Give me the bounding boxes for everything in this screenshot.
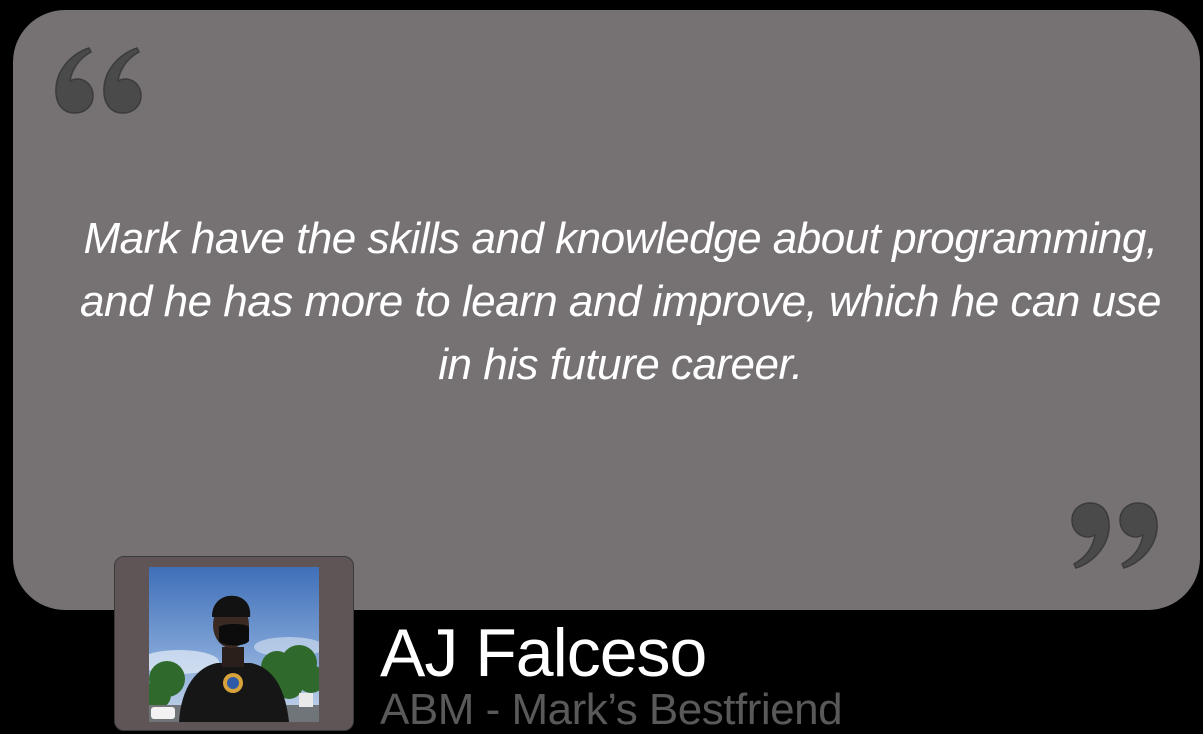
quote-line-2: and he has more to learn and improve, wh… xyxy=(80,277,1162,326)
close-quote-icon xyxy=(1071,502,1158,569)
quote-line-1: Mark have the skills and knowledge about… xyxy=(83,214,1158,263)
author-role: ABM - Mark’s Bestfriend xyxy=(380,685,843,734)
testimonial-quote: Mark have the skills and knowledge about… xyxy=(53,207,1188,396)
author-photo xyxy=(149,567,319,722)
author-photo-frame xyxy=(114,556,354,731)
open-quote-icon xyxy=(55,47,142,114)
testimonial-card: Mark have the skills and knowledge about… xyxy=(13,10,1200,610)
author-name: AJ Falceso xyxy=(380,615,707,691)
quote-line-3: in his future career. xyxy=(438,340,803,389)
